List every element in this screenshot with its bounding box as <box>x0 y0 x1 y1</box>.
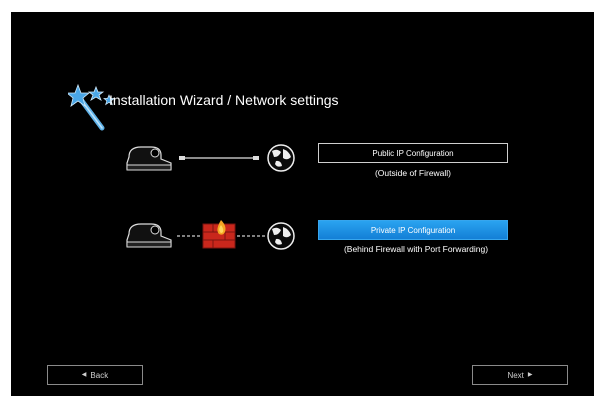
globe-icon <box>267 144 295 172</box>
globe-icon <box>267 222 295 250</box>
private-network-diagram <box>126 220 295 250</box>
next-button[interactable]: Next ▶ <box>472 365 568 385</box>
magic-wand-icon <box>68 83 115 131</box>
video-conference-device-icon <box>126 146 172 171</box>
private-ip-note: (Behind Firewall with Port Forwarding) <box>343 244 489 254</box>
triangle-left-icon: ◀ <box>81 372 87 378</box>
public-ip-config-button[interactable]: Public IP Configuration <box>318 143 508 163</box>
page-title: Installation Wizard / Network settings <box>109 92 339 108</box>
wizard-screen: Installation Wizard / Network settings P… <box>11 12 594 396</box>
public-network-diagram <box>126 144 295 172</box>
back-button[interactable]: ◀ Back <box>47 365 143 385</box>
video-conference-device-icon <box>126 223 172 248</box>
private-ip-config-button[interactable]: Private IP Configuration <box>318 220 508 240</box>
triangle-right-icon: ▶ <box>527 372 533 378</box>
cable-icon <box>179 156 259 160</box>
next-button-label: Next <box>507 370 524 380</box>
firewall-icon <box>202 220 236 249</box>
back-button-label: Back <box>90 370 109 380</box>
public-ip-note: (Outside of Firewall) <box>374 168 452 178</box>
